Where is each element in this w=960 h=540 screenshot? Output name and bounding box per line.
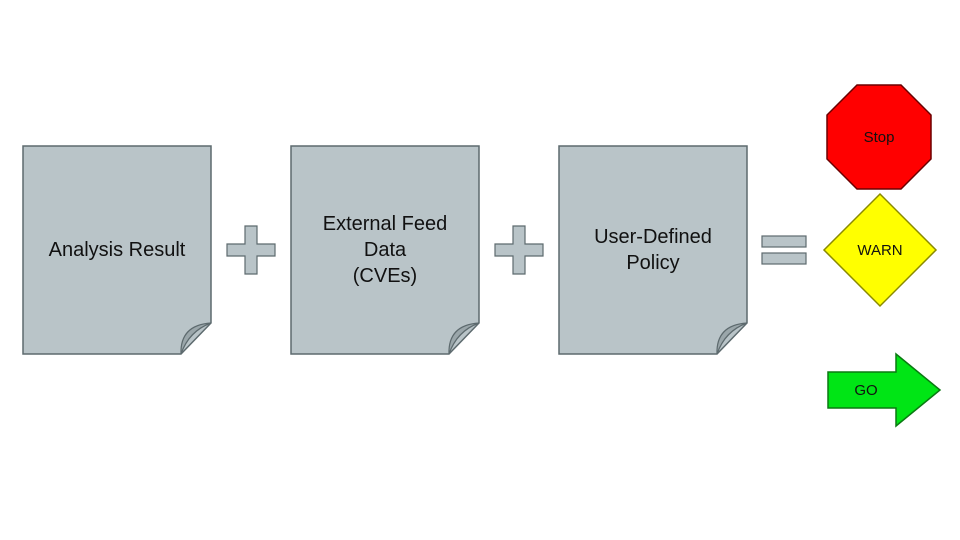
outcome-warn: WARN (820, 190, 940, 310)
outcome-go-label: GO (806, 350, 926, 430)
doc-label: Analysis Result (22, 145, 212, 355)
doc-label: User-Defined Policy (558, 145, 748, 355)
plus-icon (225, 224, 277, 276)
plus-icon (493, 224, 545, 276)
outcome-stop: Stop (824, 82, 934, 192)
outcome-stop-label: Stop (824, 82, 934, 192)
outcome-go: GO (824, 350, 944, 430)
doc-label: External Feed Data(CVEs) (290, 145, 480, 355)
doc-analysis-result: Analysis Result (22, 145, 212, 355)
doc-external-feed: External Feed Data(CVEs) (290, 145, 480, 355)
diagram-stage: Analysis Result External Feed Data(CVEs)… (0, 0, 960, 540)
equals-icon (760, 226, 808, 274)
doc-user-policy: User-Defined Policy (558, 145, 748, 355)
outcome-warn-label: WARN (820, 190, 940, 310)
